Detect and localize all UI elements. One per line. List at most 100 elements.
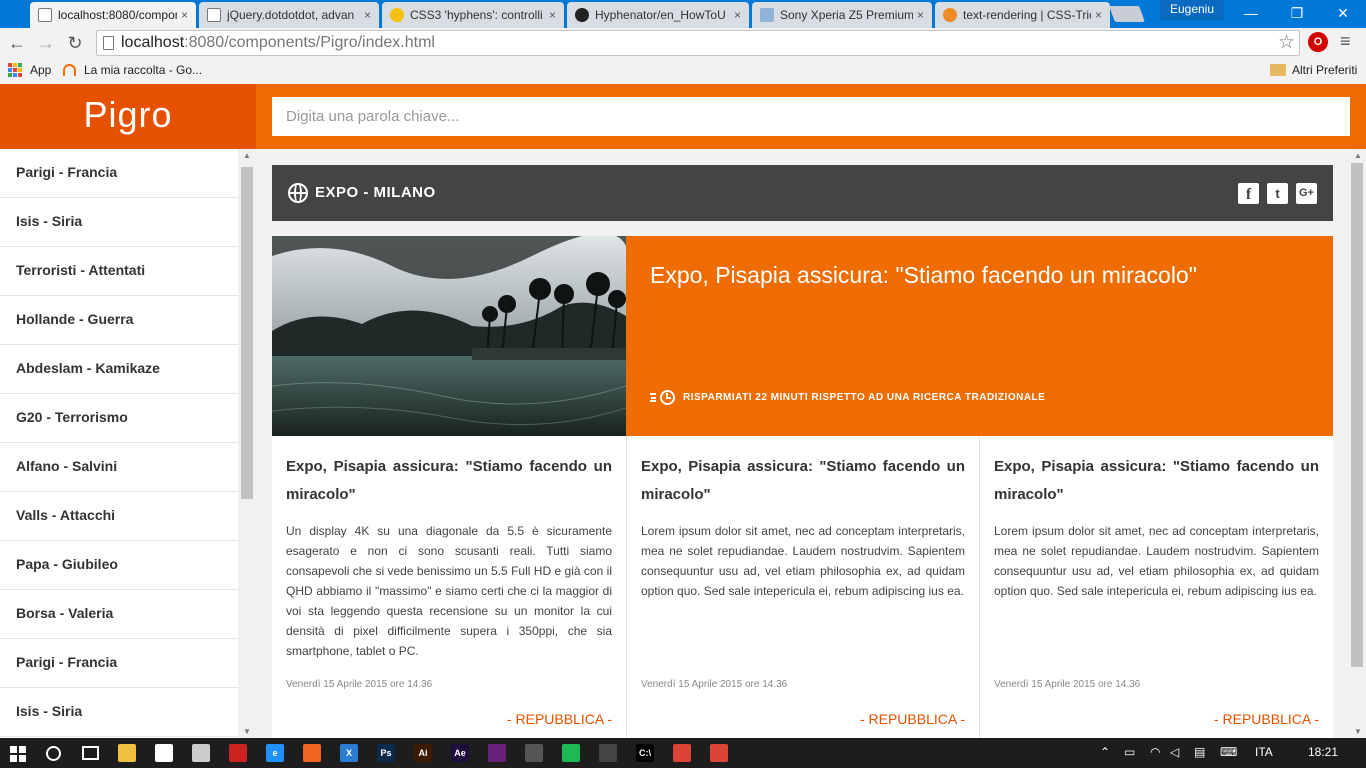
browser-tab[interactable]: localhost:8080/compone × [30,2,196,28]
reload-button[interactable]: ↻ [64,32,86,54]
photoshop-icon[interactable]: Ps [377,744,395,762]
google-plus-icon[interactable]: G+ [1296,183,1317,204]
site-icon [390,8,404,22]
file-explorer-icon[interactable] [118,744,136,762]
edge-icon[interactable]: e [266,744,284,762]
new-tab-button[interactable] [1109,6,1145,22]
sidebar-scrollbar[interactable]: ▲ ▼ [238,149,256,738]
scrollbar-thumb[interactable] [1351,163,1363,667]
browser-tabstrip: localhost:8080/compone × jQuery.dotdotdo… [0,0,1366,28]
browser-tab[interactable]: Hyphenator/en_HowToU × [567,2,749,28]
browser-tab[interactable]: Sony Xperia Z5 Premium × [752,2,932,28]
apps-grid-icon [8,63,22,77]
after-effects-icon[interactable]: Ae [451,744,469,762]
forward-button[interactable]: → [35,32,57,54]
featured-title[interactable]: Expo, Pisapia assicura: "Stiamo facendo … [650,262,1197,289]
twitter-icon[interactable]: t [1267,183,1288,204]
close-icon[interactable]: × [181,8,188,22]
scroll-up-arrow-icon[interactable]: ▲ [1354,151,1362,160]
bookmark-star-icon[interactable]: ☆ [1278,31,1295,54]
calculator-icon[interactable] [599,744,617,762]
sidebar-item[interactable]: Alfano - Salvini [0,443,238,492]
article-source-link[interactable]: - REPUBBLICA - [860,711,965,727]
profile-button[interactable]: Eugeniu [1160,0,1224,20]
other-bookmarks[interactable]: Altri Preferiti [1270,63,1357,77]
address-bar[interactable]: localhost:8080/components/Pigro/index.ht… [96,30,1300,56]
app-image-icon[interactable] [525,744,543,762]
language-indicator[interactable]: ITA [1255,745,1273,759]
search-input[interactable] [272,97,1350,136]
scroll-down-arrow-icon[interactable]: ▼ [243,727,251,736]
bookmark-raccolta[interactable]: La mia raccolta - Go... [63,63,202,77]
sidebar-item[interactable]: Valls - Attacchi [0,492,238,541]
scroll-up-arrow-icon[interactable]: ▲ [243,151,251,160]
article-card[interactable]: Expo, Pisapia assicura: "Stiamo facendo … [272,436,627,738]
featured-image[interactable] [272,236,626,436]
store-icon[interactable] [155,744,173,762]
sidebar-item[interactable]: Borsa - Valeria [0,590,238,639]
sidebar-item[interactable]: Parigi - Francia [0,149,238,198]
windows-start-icon[interactable] [10,746,26,762]
close-icon[interactable]: × [364,8,371,22]
globe-icon [288,183,308,203]
browser-tab[interactable]: text-rendering | CSS-Tric × [935,2,1110,28]
sidebar-item[interactable]: Abdeslam - Kamikaze [0,345,238,394]
opera-extension-icon[interactable]: O [1308,32,1328,52]
menu-icon[interactable]: ≡ [1340,31,1351,52]
article-source-link[interactable]: - REPUBBLICA - [507,711,612,727]
article-excerpt: Lorem ipsum dolor sit amet, nec ad conce… [994,524,1319,598]
page-scrollbar[interactable]: ▲ ▼ [1349,149,1366,738]
browser-tab[interactable]: jQuery.dotdotdot, advan × [199,2,379,28]
sidebar-item[interactable]: Isis - Siria [0,688,238,737]
url-text[interactable]: localhost:8080/components/Pigro/index.ht… [121,34,435,52]
close-window-button[interactable]: ✕ [1320,0,1366,28]
terminal-icon[interactable]: C:\ [636,744,654,762]
app-blue-x-icon[interactable]: X [340,744,358,762]
bookmark-apps[interactable]: App [8,63,51,77]
ruby-icon[interactable] [229,744,247,762]
scrollbar-thumb[interactable] [241,167,253,499]
volume-icon[interactable]: ◁ [1170,745,1179,759]
sidebar-item[interactable]: Terroristi - Attentati [0,247,238,296]
close-icon[interactable]: × [549,8,556,22]
task-view-icon[interactable] [82,746,99,760]
illustrator-icon[interactable]: Ai [414,744,432,762]
spotify-icon[interactable] [562,744,580,762]
article-title[interactable]: Expo, Pisapia assicura: "Stiamo facendo … [994,453,1319,509]
battery-icon[interactable]: ▭ [1124,745,1135,759]
back-button[interactable]: ← [6,32,28,54]
wifi-icon[interactable]: ◠ [1150,745,1160,759]
close-icon[interactable]: × [734,8,741,22]
article-source-link[interactable]: - REPUBBLICA - [1214,711,1319,727]
notification-icon[interactable]: ▤ [1194,745,1205,759]
app-logo[interactable]: Pigro [0,94,256,136]
facebook-icon[interactable]: f [1238,183,1259,204]
article-title[interactable]: Expo, Pisapia assicura: "Stiamo facendo … [286,453,612,509]
sidebar-item[interactable]: G20 - Terrorismo [0,394,238,443]
article-card[interactable]: Expo, Pisapia assicura: "Stiamo facendo … [980,436,1333,738]
close-icon[interactable]: × [917,8,924,22]
3d-icon[interactable] [192,744,210,762]
browser-tab[interactable]: CSS3 'hyphens': controlli × [382,2,564,28]
sidebar-item[interactable]: Isis - Siria [0,198,238,247]
chevron-up-icon[interactable]: ⌃ [1100,745,1110,759]
close-icon[interactable]: × [1095,8,1102,22]
sidebar-item[interactable]: Papa - Giubileo [0,541,238,590]
article-card[interactable]: Expo, Pisapia assicura: "Stiamo facendo … [627,436,980,738]
visual-studio-icon[interactable] [488,744,506,762]
url-path: :8080/components/Pigro/index.html [184,34,435,51]
scroll-down-arrow-icon[interactable]: ▼ [1354,727,1362,736]
sidebar-item[interactable]: Parigi - Francia [0,639,238,688]
featured-article[interactable]: Expo, Pisapia assicura: "Stiamo facendo … [272,236,1333,436]
search-icon[interactable] [46,746,61,761]
chrome-icon[interactable] [673,744,691,762]
article-title[interactable]: Expo, Pisapia assicura: "Stiamo facendo … [641,453,965,509]
maximize-button[interactable]: ❐ [1274,0,1320,28]
minimize-button[interactable]: — [1228,0,1274,28]
chrome-icon-2[interactable] [710,744,728,762]
keyboard-icon[interactable]: ⌨ [1220,745,1237,759]
app-orange-icon[interactable] [303,744,321,762]
sidebar-item[interactable]: Hollande - Guerra [0,296,238,345]
page-icon [38,8,52,22]
clock-time[interactable]: 18:21 [1308,745,1338,759]
